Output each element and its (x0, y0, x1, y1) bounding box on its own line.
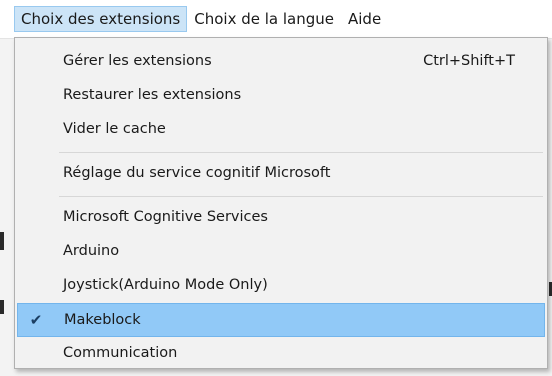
menu-item-label: Réglage du service cognitif Microsoft (63, 165, 331, 181)
menu-item-joystick[interactable]: Joystick(Arduino Mode Only) (17, 270, 545, 300)
menu-item-clear-cache[interactable]: Vider le cache (17, 114, 545, 144)
menu-item-label: Communication (63, 345, 178, 361)
menu-language[interactable]: Choix de la langue (187, 6, 341, 32)
menu-item-shortcut: Ctrl+Shift+T (423, 53, 515, 69)
menu-item-cognitive-settings[interactable]: Réglage du service cognitif Microsoft (17, 158, 545, 188)
checkmark-icon: ✔ (29, 311, 43, 329)
extensions-dropdown-menu: Gérer les extensions Ctrl+Shift+T Restau… (14, 37, 548, 369)
menu-item-restore-extensions[interactable]: Restaurer les extensions (17, 80, 545, 110)
menu-item-label: Vider le cache (63, 121, 166, 137)
menu-item-label: Gérer les extensions (63, 53, 212, 69)
menu-help[interactable]: Aide (341, 6, 388, 32)
menu-item-communication[interactable]: Communication (17, 338, 545, 368)
menu-item-makeblock[interactable]: ✔ Makeblock (17, 303, 545, 337)
menu-separator (59, 196, 543, 197)
background-edge-mark (0, 300, 4, 314)
menu-separator (59, 152, 543, 153)
menu-item-label: Makeblock (64, 312, 141, 328)
menu-item-label: Arduino (63, 243, 120, 259)
application-window: Choix des extensions Choix de la langue … (0, 0, 552, 376)
menu-extensions[interactable]: Choix des extensions (14, 6, 188, 32)
background-edge-mark (0, 232, 4, 250)
menu-item-label: Microsoft Cognitive Services (63, 209, 268, 225)
menu-item-manage-extensions[interactable]: Gérer les extensions Ctrl+Shift+T (17, 46, 545, 76)
menu-item-microsoft-cognitive-services[interactable]: Microsoft Cognitive Services (17, 202, 545, 232)
menu-item-arduino[interactable]: Arduino (17, 236, 545, 266)
menu-item-label: Joystick(Arduino Mode Only) (63, 277, 268, 293)
menu-item-label: Restaurer les extensions (63, 87, 242, 103)
menu-bar: Choix des extensions Choix de la langue … (0, 0, 552, 39)
